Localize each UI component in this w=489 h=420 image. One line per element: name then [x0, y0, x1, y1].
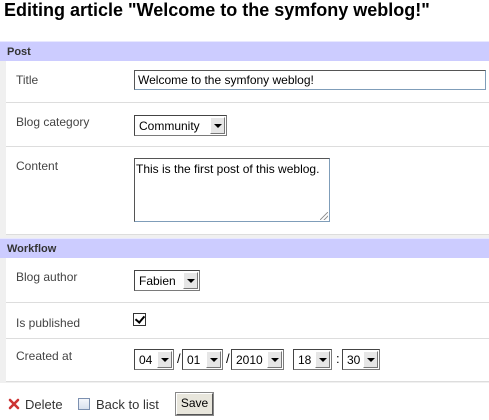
category-label: Blog category	[16, 115, 90, 129]
category-select-value: Community	[139, 119, 200, 133]
category-select[interactable]: Community	[134, 115, 227, 136]
day-select[interactable]: 01	[182, 349, 223, 370]
form-actions: Delete Back to list Save	[0, 390, 489, 420]
month-value: 04	[139, 353, 153, 367]
author-select-value: Fabien	[139, 274, 176, 288]
published-label: Is published	[16, 316, 81, 330]
chevron-down-icon[interactable]	[157, 351, 172, 368]
published-row: Is published	[6, 303, 489, 339]
title-label: Title	[16, 73, 39, 87]
date-separator: /	[177, 351, 181, 366]
list-icon[interactable]	[78, 398, 90, 410]
content-textarea-value: This is the first post of this weblog.	[136, 162, 320, 176]
check-icon	[134, 313, 146, 324]
hour-select[interactable]: 18	[293, 349, 332, 370]
author-row: Blog author	[6, 258, 489, 303]
year-select[interactable]: 2010	[231, 349, 284, 370]
title-input[interactable]	[134, 70, 486, 90]
minute-value: 30	[347, 353, 361, 367]
chevron-down-icon[interactable]	[183, 272, 198, 289]
chevron-down-icon[interactable]	[363, 351, 378, 368]
chevron-down-icon[interactable]	[210, 117, 225, 134]
chevron-down-icon[interactable]	[315, 351, 330, 368]
month-select[interactable]: 04	[134, 349, 174, 370]
content-textarea[interactable]: This is the first post of this weblog.	[134, 158, 330, 222]
chevron-down-icon[interactable]	[267, 351, 282, 368]
category-row: Blog category	[6, 103, 489, 147]
workflow-section-header: Workflow	[0, 238, 489, 258]
day-value: 01	[187, 353, 201, 367]
year-value: 2010	[236, 353, 263, 367]
delete-link[interactable]: Delete	[25, 397, 63, 412]
page-title: Editing article "Welcome to the symfony …	[4, 0, 430, 20]
chevron-down-icon[interactable]	[206, 351, 221, 368]
delete-x-icon[interactable]	[8, 398, 20, 410]
save-button[interactable]: Save	[175, 392, 214, 416]
hour-value: 18	[298, 353, 312, 367]
time-separator: :	[336, 351, 340, 366]
back-to-list-link[interactable]: Back to list	[96, 397, 159, 412]
minute-select[interactable]: 30	[342, 349, 380, 370]
published-checkbox[interactable]	[133, 313, 146, 326]
date-separator: /	[226, 351, 230, 366]
author-select[interactable]: Fabien	[134, 270, 200, 291]
content-label: Content	[16, 159, 59, 173]
resize-grip-icon[interactable]	[320, 212, 328, 220]
author-label: Blog author	[16, 270, 78, 284]
post-section-header: Post	[0, 41, 489, 61]
created-label: Created at	[16, 349, 73, 363]
